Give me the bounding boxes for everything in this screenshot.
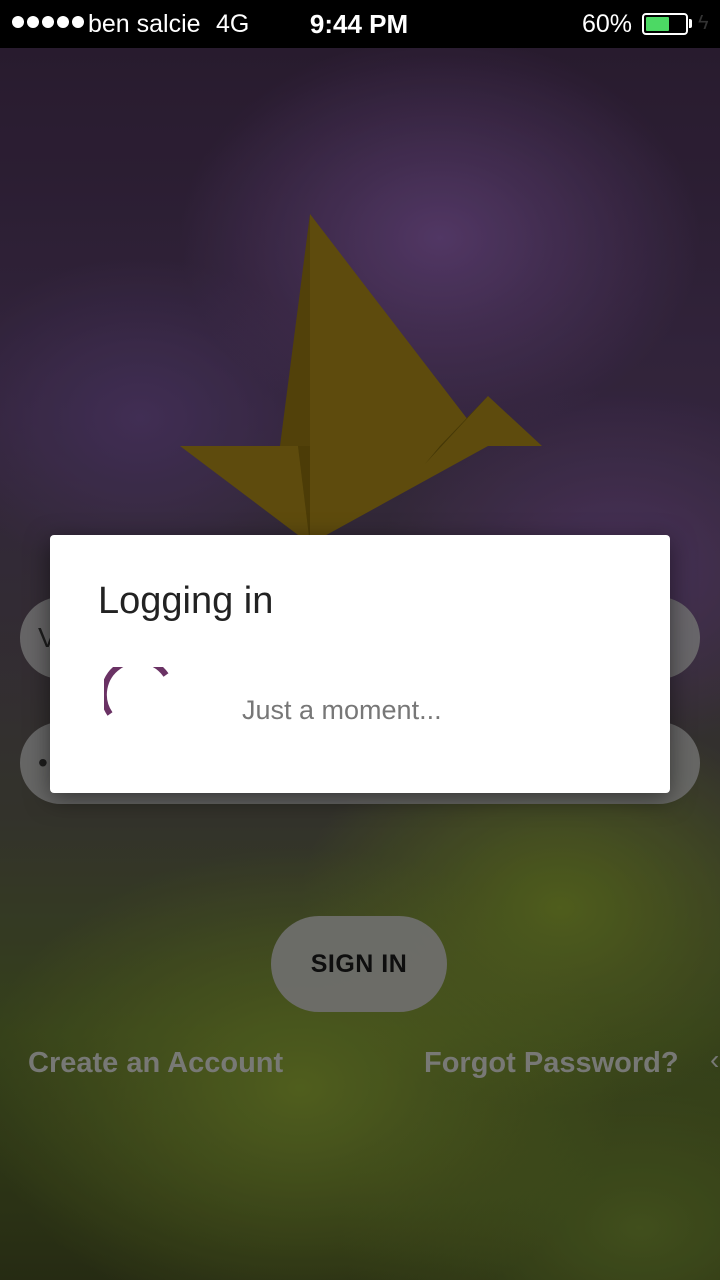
loading-spinner-icon [104, 667, 169, 716]
battery-cap [689, 19, 692, 28]
loading-dialog: Logging in Just a moment... [50, 535, 670, 793]
app-screen: ben salcie 4G 9:44 PM 60% ϟ V • SIGN IN … [0, 0, 720, 1280]
battery-percent: 60% [582, 10, 633, 38]
charging-bolt-icon: ϟ [698, 12, 709, 34]
status-bar: ben salcie 4G 9:44 PM 60% ϟ [0, 0, 720, 48]
battery-icon [642, 13, 688, 35]
dialog-title: Logging in [98, 580, 274, 622]
dialog-message: Just a moment... [242, 695, 442, 725]
